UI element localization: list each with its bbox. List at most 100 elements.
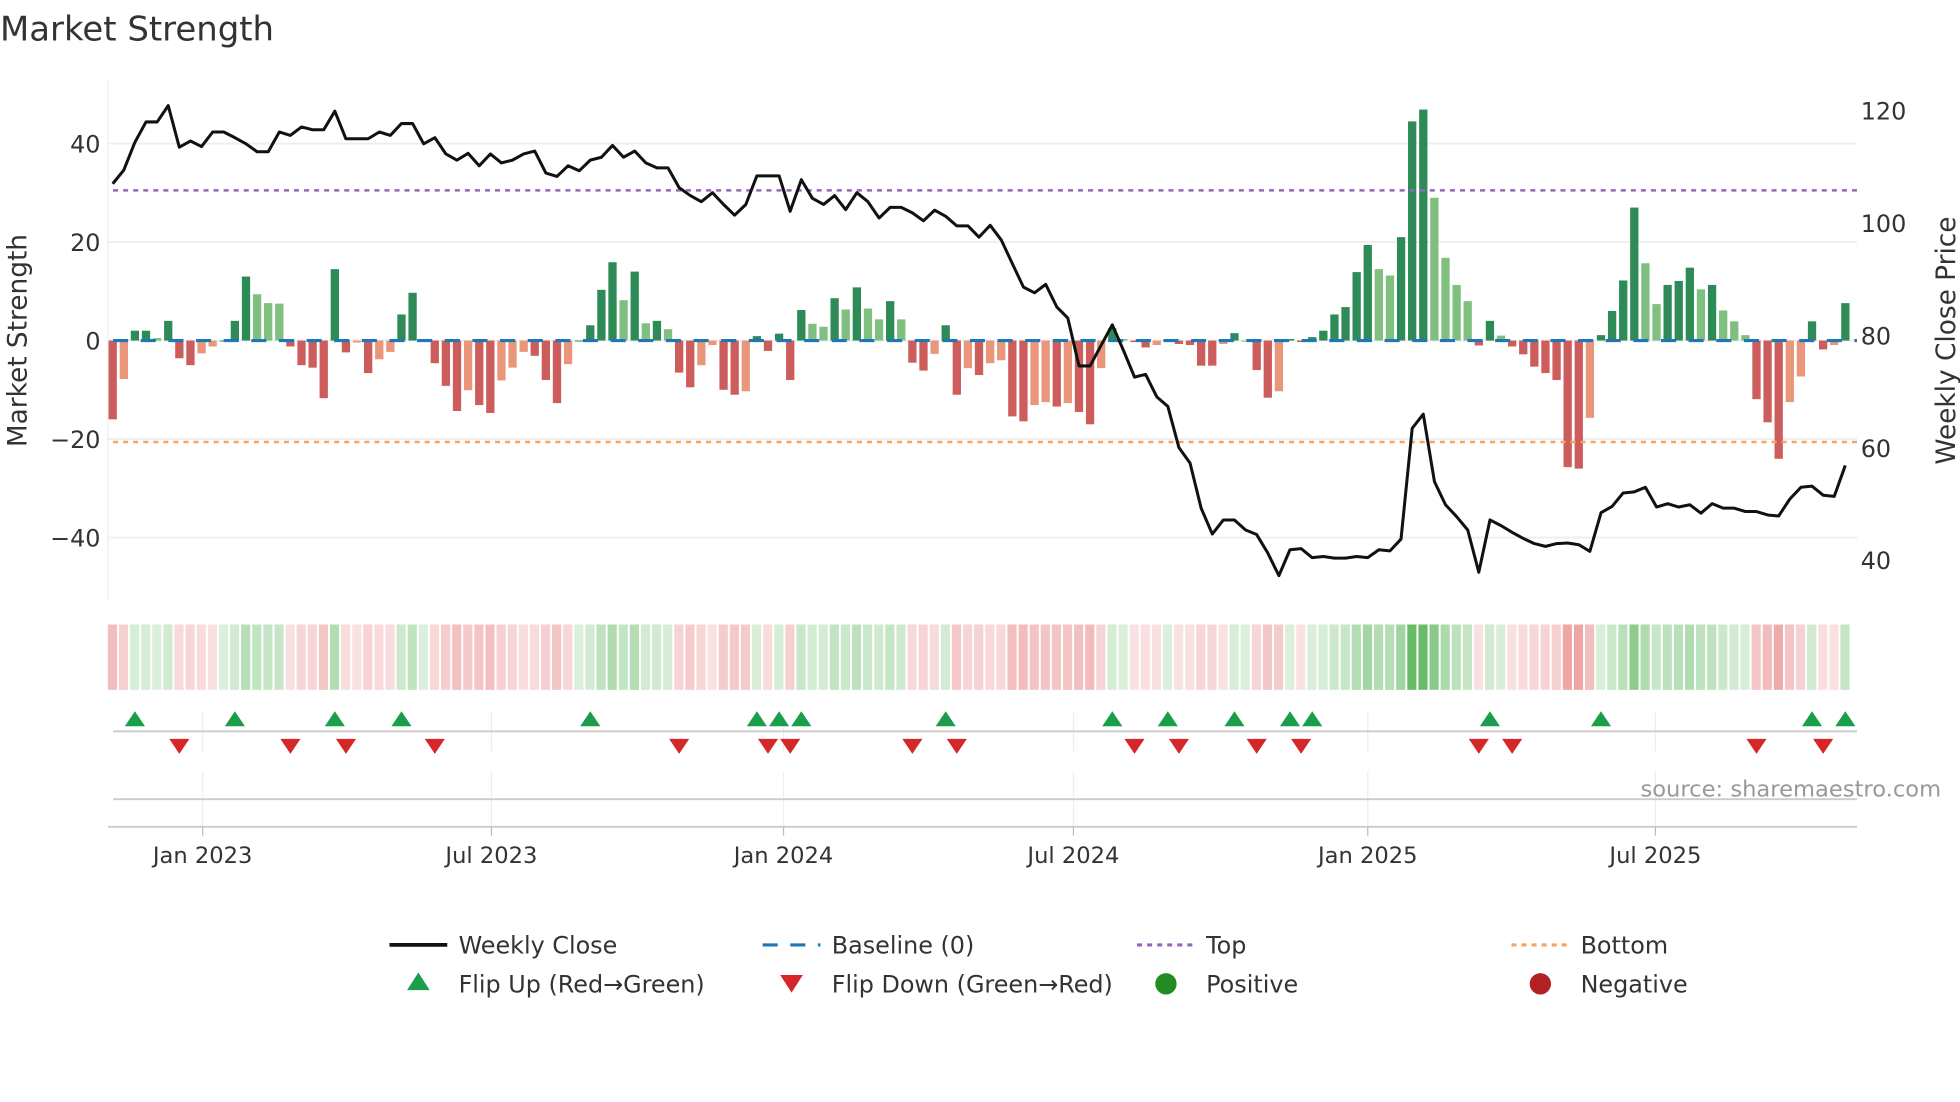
heat-cell [218, 624, 229, 690]
heat-cell [1151, 624, 1161, 690]
heat-cell [1240, 624, 1250, 690]
flip-up-marker [746, 711, 767, 727]
heat-cell [907, 624, 917, 690]
legend-label: Flip Up (Red→Green) [459, 971, 705, 999]
flip-markers [124, 711, 1856, 754]
strength-bar [1374, 269, 1384, 341]
heat-cell [463, 624, 473, 690]
strength-bar [1363, 245, 1372, 341]
flip-up-marker [791, 711, 812, 727]
strength-bar [530, 340, 539, 356]
x-tick-label: Jul 2023 [443, 843, 537, 869]
heat-cell [629, 624, 639, 690]
strength-bar [452, 340, 462, 411]
strength-bar [386, 340, 395, 352]
heat-cell [1818, 624, 1828, 690]
heat-cell [1118, 624, 1128, 690]
heat-cell [385, 624, 395, 690]
heat-cell [1174, 624, 1184, 690]
heat-cell [118, 624, 129, 690]
heat-cell [563, 624, 573, 690]
heat-cell [874, 624, 884, 690]
strength-bar [397, 314, 406, 341]
heat-cell [1451, 624, 1461, 690]
flip-up-marker [1224, 711, 1245, 727]
strength-bar [1530, 340, 1539, 367]
strength-bar [797, 310, 806, 341]
legend-label: Baseline (0) [832, 932, 975, 960]
strength-bar [552, 340, 562, 404]
heat-cell [307, 624, 317, 690]
heat-cell [574, 624, 584, 690]
heat-cell [763, 624, 773, 690]
strength-bar [985, 340, 995, 364]
heat-cell [1185, 624, 1195, 690]
strength-bar [663, 329, 673, 341]
y-axis-label: Market Strength [3, 234, 33, 447]
heat-cell [1040, 624, 1050, 690]
strength-bar [186, 340, 195, 366]
heat-cell [1362, 624, 1373, 690]
heat-cell [496, 624, 506, 690]
heat-cell [618, 624, 628, 690]
strength-bar [1019, 340, 1028, 422]
heat-cell [1784, 624, 1795, 690]
heat-cell [1285, 624, 1295, 690]
heat-cell [241, 624, 251, 690]
strength-bar [1841, 303, 1850, 341]
flip-up-marker [224, 711, 245, 727]
strength-bar [1619, 280, 1628, 341]
heat-cell [951, 624, 962, 690]
heat-cell [1318, 624, 1328, 690]
heat-cell [1562, 624, 1572, 690]
heat-cell [1796, 624, 1806, 690]
heat-cell [1007, 624, 1017, 690]
strength-bar [763, 340, 773, 351]
heat-cell [1573, 624, 1584, 690]
heat-cell [1462, 624, 1472, 690]
heat-cell [552, 624, 562, 690]
x-tick-label: Jan 2025 [1316, 843, 1418, 869]
y2-axis-label: Weekly Close Price [1932, 216, 1960, 464]
strength-bar [963, 340, 973, 369]
flip-down-marker [1291, 738, 1312, 754]
heat-cell [985, 624, 995, 690]
heat-cell [685, 624, 695, 690]
flip-down-marker [280, 738, 301, 754]
strength-bar [319, 340, 328, 399]
strength-bar [1252, 340, 1261, 371]
y2-tick-label: 120 [1861, 97, 1907, 125]
heat-cell [974, 624, 984, 690]
strength-bar [375, 340, 384, 360]
heat-cell [729, 624, 739, 690]
flip-down-marker [1246, 738, 1267, 754]
heat-cell [540, 624, 551, 690]
heat-cell [363, 624, 373, 690]
date-gridlines [202, 712, 1657, 827]
heat-cell [529, 624, 540, 690]
strength-bar [1730, 321, 1739, 341]
heat-cell [1740, 624, 1750, 690]
strength-bar [730, 340, 739, 395]
strength-bar [441, 340, 451, 386]
flip-up-marker [324, 711, 345, 727]
y2-tick-label: 100 [1861, 210, 1907, 238]
heat-cell [607, 624, 617, 690]
heat-cell [1507, 624, 1517, 690]
heat-cell [1551, 624, 1561, 690]
strength-bar [1541, 340, 1550, 374]
strength-bar [1641, 263, 1650, 341]
strength-bar [697, 340, 706, 366]
heat-cell [1062, 624, 1073, 690]
strength-bar [952, 340, 961, 395]
heat-cell [1096, 624, 1106, 690]
strength-bar [1630, 207, 1639, 341]
heat-cell [1607, 624, 1617, 690]
heat-cell [1540, 624, 1550, 690]
strength-bar [1607, 311, 1617, 341]
x-axis-ticks: Jan 2023 Jul 2023 Jan 2024 Jul 2024 Jan 2025… [151, 826, 1701, 869]
legend-label: Negative [1581, 971, 1688, 999]
strength-bar [497, 340, 506, 381]
strength-bar [619, 300, 628, 341]
heat-cell [740, 624, 751, 690]
